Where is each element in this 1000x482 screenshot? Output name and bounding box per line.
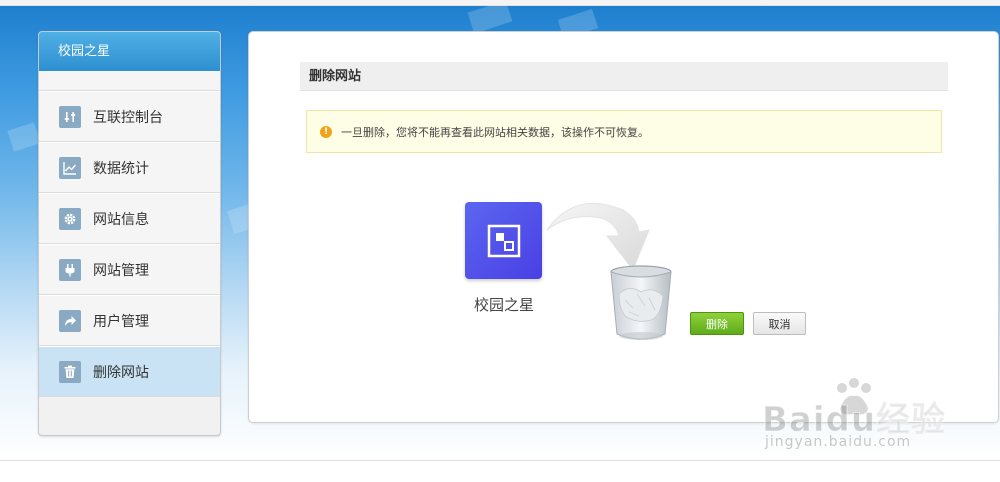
sidebar-item-label: 删除网站 xyxy=(93,364,149,381)
delete-button[interactable]: 删除 xyxy=(690,312,744,335)
plug-icon xyxy=(59,258,81,281)
trash-icon xyxy=(59,360,81,383)
bottom-divider xyxy=(0,460,1000,461)
line-chart-icon xyxy=(59,156,81,179)
sidebar-item-site-info[interactable]: 网站信息 xyxy=(39,193,220,244)
sidebar-item-statistics[interactable]: 数据统计 xyxy=(39,142,220,193)
site-logo-tile xyxy=(465,202,542,279)
sidebar: 校园之星 互联控制台 数据统计 网站信息 网站管理 用户管理 删除网站 xyxy=(38,31,221,436)
sidebar-spacer xyxy=(39,71,220,91)
site-name-label: 校园之星 xyxy=(473,296,534,314)
sidebar-item-delete-site[interactable]: 删除网站 xyxy=(39,346,220,397)
warning-icon: ! xyxy=(320,125,332,138)
main-panel: 删除网站 ! 一旦删除，您将不能再查看此网站相关数据，该操作不可恢复。 校园之星 xyxy=(248,31,999,423)
bg-decoration xyxy=(467,6,513,34)
sidebar-item-label: 网站信息 xyxy=(93,211,149,228)
sidebar-item-label: 网站管理 xyxy=(93,262,149,279)
sidebar-item-label: 用户管理 xyxy=(93,313,149,330)
bg-decoration xyxy=(7,122,41,152)
sidebar-item-label: 互联控制台 xyxy=(93,109,163,126)
cancel-button[interactable]: 取消 xyxy=(753,312,806,335)
sidebar-title: 校园之星 xyxy=(39,32,220,71)
recycle-bin-icon xyxy=(610,265,672,340)
sidebar-item-console[interactable]: 互联控制台 xyxy=(39,91,220,142)
sidebar-item-site-management[interactable]: 网站管理 xyxy=(39,244,220,295)
warning-notice: ! 一旦删除，您将不能再查看此网站相关数据，该操作不可恢复。 xyxy=(306,110,942,153)
share-arrow-icon xyxy=(59,309,81,332)
sidebar-item-label: 数据统计 xyxy=(93,160,149,177)
site-logo-icon xyxy=(487,224,520,257)
sliders-icon xyxy=(59,105,81,128)
warning-text: 一旦删除，您将不能再查看此网站相关数据，该操作不可恢复。 xyxy=(341,125,649,139)
page-title: 删除网站 xyxy=(300,62,948,91)
gear-icon xyxy=(59,207,81,230)
sidebar-item-user-management[interactable]: 用户管理 xyxy=(39,295,220,346)
